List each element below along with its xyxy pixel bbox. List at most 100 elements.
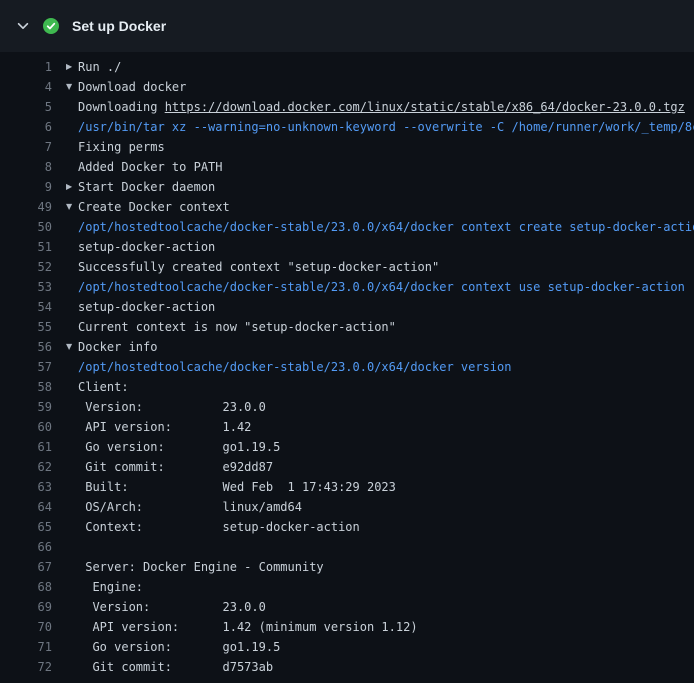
line-number[interactable]: 9	[0, 177, 52, 197]
log-line-9[interactable]: 9▶Start Docker daemon	[0, 177, 694, 197]
group-collapsed-triangle-icon[interactable]: ▶	[66, 57, 78, 77]
log-command-text: /usr/bin/tar xz --warning=no-unknown-key…	[78, 120, 694, 134]
step-title: Set up Docker	[72, 18, 166, 34]
line-content: ▶Start Docker daemon	[52, 177, 215, 197]
actions-log-panel: Set up Docker 1▶Run ./4▼Download docker5…	[0, 0, 694, 683]
log-line-53: 53/opt/hostedtoolcache/docker-stable/23.…	[0, 277, 694, 297]
line-number[interactable]: 71	[0, 637, 52, 657]
log-text: Git commit: d7573ab	[78, 660, 273, 674]
log-line-59: 59 Version: 23.0.0	[0, 397, 694, 417]
line-number[interactable]: 4	[0, 77, 52, 97]
log-line-52: 52Successfully created context "setup-do…	[0, 257, 694, 277]
line-number[interactable]: 62	[0, 457, 52, 477]
log-line-1[interactable]: 1▶Run ./	[0, 57, 694, 77]
line-number[interactable]: 61	[0, 437, 52, 457]
log-text: Downloading	[78, 100, 165, 114]
group-expanded-triangle-icon[interactable]: ▼	[66, 77, 78, 97]
log-line-6: 6/usr/bin/tar xz --warning=no-unknown-ke…	[0, 117, 694, 137]
line-content: Go version: go1.19.5	[52, 437, 280, 457]
line-content: Added Docker to PATH	[52, 157, 223, 177]
line-number[interactable]: 56	[0, 337, 52, 357]
line-content: API version: 1.42	[52, 417, 251, 437]
log-text: Built: Wed Feb 1 17:43:29 2023	[78, 480, 396, 494]
line-number[interactable]: 66	[0, 537, 52, 557]
line-content: Go version: go1.19.5	[52, 637, 280, 657]
line-number[interactable]: 67	[0, 557, 52, 577]
line-number[interactable]: 6	[0, 117, 52, 137]
line-number[interactable]: 50	[0, 217, 52, 237]
log-line-70: 70 API version: 1.42 (minimum version 1.…	[0, 617, 694, 637]
line-number[interactable]: 65	[0, 517, 52, 537]
line-number[interactable]: 60	[0, 417, 52, 437]
group-collapsed-triangle-icon[interactable]: ▶	[66, 177, 78, 197]
line-number[interactable]: 1	[0, 57, 52, 77]
log-line-72: 72 Git commit: d7573ab	[0, 657, 694, 677]
line-content: Built: Wed Feb 1 17:43:29 2023	[52, 477, 396, 497]
log-line-67: 67 Server: Docker Engine - Community	[0, 557, 694, 577]
log-text: API version: 1.42	[78, 420, 251, 434]
group-expanded-triangle-icon[interactable]: ▼	[66, 337, 78, 357]
log-line-63: 63 Built: Wed Feb 1 17:43:29 2023	[0, 477, 694, 497]
line-content: Server: Docker Engine - Community	[52, 557, 324, 577]
line-content: ▼Download docker	[52, 77, 186, 97]
log-text: Docker info	[78, 340, 157, 354]
line-content: ▼Create Docker context	[52, 197, 230, 217]
line-number[interactable]: 64	[0, 497, 52, 517]
log-line-56[interactable]: 56 ▼Docker info	[0, 337, 694, 357]
log-text: Engine:	[78, 580, 143, 594]
line-number[interactable]: 63	[0, 477, 52, 497]
line-number[interactable]: 58	[0, 377, 52, 397]
log-line-4[interactable]: 4▼Download docker	[0, 77, 694, 97]
line-number[interactable]: 69	[0, 597, 52, 617]
log-link[interactable]: https://download.docker.com/linux/static…	[165, 100, 685, 114]
line-number[interactable]: 72	[0, 657, 52, 677]
chevron-down-icon[interactable]	[16, 19, 30, 33]
line-content: /opt/hostedtoolcache/docker-stable/23.0.…	[52, 217, 694, 237]
line-content: Git commit: e92dd87	[52, 457, 273, 477]
log-command-text: /opt/hostedtoolcache/docker-stable/23.0.…	[78, 360, 511, 374]
log-text: setup-docker-action	[78, 240, 215, 254]
line-number[interactable]: 8	[0, 157, 52, 177]
log-text: Client:	[78, 380, 129, 394]
log-text: setup-docker-action	[78, 300, 215, 314]
line-content: setup-docker-action	[52, 297, 215, 317]
line-number[interactable]: 68	[0, 577, 52, 597]
line-number[interactable]: 53	[0, 277, 52, 297]
log-line-54: 54 setup-docker-action	[0, 297, 694, 317]
line-number[interactable]: 52	[0, 257, 52, 277]
log-line-58: 58 Client:	[0, 377, 694, 397]
line-number[interactable]: 5	[0, 97, 52, 117]
step-header[interactable]: Set up Docker	[0, 0, 694, 52]
log-line-60: 60 API version: 1.42	[0, 417, 694, 437]
line-number[interactable]: 57	[0, 357, 52, 377]
line-number[interactable]: 55	[0, 317, 52, 337]
log-line-61: 61 Go version: go1.19.5	[0, 437, 694, 457]
log-line-49[interactable]: 49▼Create Docker context	[0, 197, 694, 217]
log-line-66: 66	[0, 537, 694, 557]
line-content: /opt/hostedtoolcache/docker-stable/23.0.…	[52, 277, 685, 297]
log-text: OS/Arch: linux/amd64	[78, 500, 302, 514]
log-line-51: 51 setup-docker-action	[0, 237, 694, 257]
log-line-65: 65 Context: setup-docker-action	[0, 517, 694, 537]
log-text: Current context is now "setup-docker-act…	[78, 320, 396, 334]
log-text: Server: Docker Engine - Community	[78, 560, 324, 574]
line-content: /usr/bin/tar xz --warning=no-unknown-key…	[52, 117, 694, 137]
log-text: API version: 1.42 (minimum version 1.12)	[78, 620, 418, 634]
line-content: /opt/hostedtoolcache/docker-stable/23.0.…	[52, 357, 511, 377]
group-expanded-triangle-icon[interactable]: ▼	[66, 197, 78, 217]
line-number[interactable]: 49	[0, 197, 52, 217]
log-text: Fixing perms	[78, 140, 165, 154]
line-number[interactable]: 59	[0, 397, 52, 417]
log-line-5: 5 Downloading https://download.docker.com…	[0, 97, 694, 117]
log-line-7: 7 Fixing perms	[0, 137, 694, 157]
log-text: Download docker	[78, 80, 186, 94]
log-text: Context: setup-docker-action	[78, 520, 360, 534]
log-line-50: 50/opt/hostedtoolcache/docker-stable/23.…	[0, 217, 694, 237]
log-command-text: /opt/hostedtoolcache/docker-stable/23.0.…	[78, 220, 694, 234]
line-number[interactable]: 70	[0, 617, 52, 637]
log-text: Start Docker daemon	[78, 180, 215, 194]
line-number[interactable]: 7	[0, 137, 52, 157]
log-text: Version: 23.0.0	[78, 600, 266, 614]
line-number[interactable]: 51	[0, 237, 52, 257]
line-number[interactable]: 54	[0, 297, 52, 317]
